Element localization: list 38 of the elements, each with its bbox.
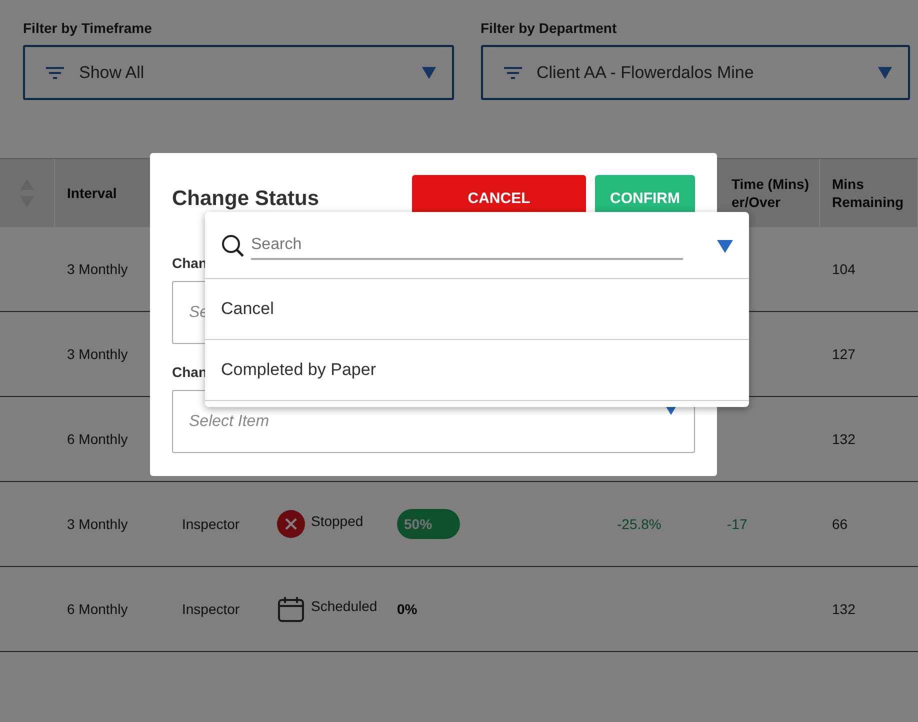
table-cell: 3 Monthly: [67, 516, 128, 532]
filter-dropdown[interactable]: Show All: [23, 45, 454, 100]
progress-badge: 50%: [397, 509, 460, 539]
dropdown-option[interactable]: Completed by Paper: [205, 340, 749, 401]
table-cell: 6 Monthly: [67, 601, 128, 617]
field-label: Chan: [172, 255, 207, 271]
status-label: Stopped: [311, 513, 364, 529]
filter-icon: [45, 66, 65, 80]
dropdown-option[interactable]: Cancel: [205, 279, 749, 340]
table-cell: 6 Monthly: [67, 431, 128, 447]
column-header[interactable]: Interval: [67, 184, 117, 202]
status-label: Scheduled: [311, 598, 378, 614]
caret-icon: [717, 240, 733, 252]
calendar-icon: [277, 595, 305, 623]
table-cell: 66: [832, 516, 848, 532]
filter-dropdown[interactable]: Client AA - Flowerdalos Mine: [480, 45, 910, 100]
column-header[interactable]: Time (Mins) er/Over: [731, 174, 809, 212]
table-cell: 3 Monthly: [67, 261, 128, 277]
table-cell: 3 Monthly: [67, 346, 128, 362]
table-cell: 132: [832, 431, 856, 447]
table-cell: Inspector: [182, 601, 240, 617]
table-cell: -25.8%: [617, 516, 662, 532]
table-cell: 104: [832, 261, 856, 277]
caret-icon: [878, 66, 892, 78]
table-cell: -17: [727, 516, 748, 532]
filter-label: Filter by Timeframe: [23, 20, 152, 36]
table-cell: Inspector: [182, 516, 240, 532]
progress-value: 0%: [397, 601, 418, 617]
column-header[interactable]: Mins Remaining: [832, 174, 917, 212]
stop-icon: [277, 510, 305, 538]
caret-icon: [422, 66, 436, 78]
field-label: Chan: [172, 364, 207, 380]
table-cell: 127: [832, 346, 856, 362]
filter-icon: [502, 66, 522, 80]
search-icon: [221, 234, 245, 258]
dialog-title: Change Status: [172, 187, 320, 211]
table-cell: 132: [832, 601, 856, 617]
filter-label: Filter by Department: [480, 20, 617, 36]
